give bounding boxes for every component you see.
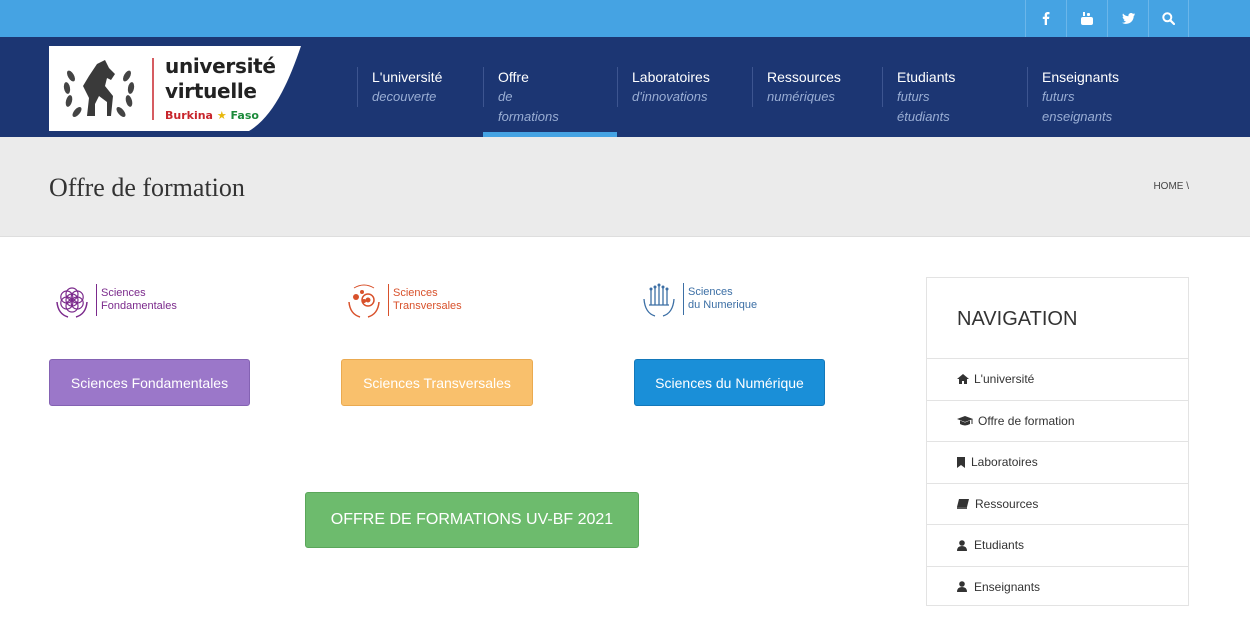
nav-item-enseignants[interactable]: Enseignants futurs enseignants xyxy=(1027,67,1120,124)
top-bar xyxy=(0,0,1250,37)
logo-wordmark: université virtuelle xyxy=(165,54,276,104)
nav-main-label: L'université xyxy=(372,69,443,85)
logo-country: Burkina ★ Faso xyxy=(165,109,259,122)
nav-item-etudiants[interactable]: Etudiants futurs étudiants xyxy=(882,67,956,124)
logo-label-line2: Fondamentales xyxy=(101,300,177,312)
nav-item-offre[interactable]: Offre de formations xyxy=(483,67,559,124)
logo-divider xyxy=(388,284,389,316)
user-icon xyxy=(957,581,971,593)
nav-item-ressources[interactable]: Ressources numériques xyxy=(752,67,841,107)
user-icon xyxy=(957,539,971,551)
offre-formations-button[interactable]: OFFRE DE FORMATIONS UV-BF 2021 xyxy=(305,492,639,548)
site-logo[interactable]: université virtuelle Burkina ★ Faso xyxy=(49,46,301,131)
sidebar-item-etudiants[interactable]: Etudiants xyxy=(927,524,1188,566)
sciences-fondamentales-button[interactable]: Sciences Fondamentales xyxy=(49,359,250,406)
nav-sub-label: futurs étudiants xyxy=(897,89,950,124)
molecule-icon xyxy=(348,284,380,318)
nav-sub-label: decouverte xyxy=(372,89,437,104)
nav-sub-label: futurs enseignants xyxy=(1042,89,1113,124)
nav-main-label: Laboratoires xyxy=(632,69,710,85)
logo-faso: Faso xyxy=(230,109,259,122)
book-icon xyxy=(957,498,972,509)
sidebar-item-enseignants[interactable]: Enseignants xyxy=(927,565,1188,608)
atom-flower-icon xyxy=(56,287,88,318)
bookmark-icon xyxy=(957,456,968,468)
main-header: université virtuelle Burkina ★ Faso L'un… xyxy=(0,37,1250,137)
logo-label-line2: du Numerique xyxy=(688,299,758,311)
sciences-transversales-button[interactable]: Sciences Transversales xyxy=(341,359,533,406)
nav-sub-label: de formations xyxy=(498,89,559,124)
logo-line2: virtuelle xyxy=(165,79,257,103)
sciences-transversales-label: Sciences Transversales xyxy=(393,287,462,313)
sidebar-list: L'université Offre de formation Laborato… xyxy=(927,358,1188,607)
circuit-icon xyxy=(643,283,675,317)
nav-main-label: Offre xyxy=(498,69,529,85)
sidebar-item-label: Offre de formation xyxy=(978,413,1075,428)
sciences-numerique-logo: Sciences du Numerique xyxy=(639,279,757,319)
sidebar-item-label: L'université xyxy=(974,372,1035,387)
nav-sub-label: d'innovations xyxy=(632,89,708,104)
sidebar-navigation: NAVIGATION L'université Offre de formati… xyxy=(926,277,1189,606)
nav-item-universite[interactable]: L'université decouverte xyxy=(357,67,442,107)
logo-line1: université xyxy=(165,54,276,78)
sciences-fondamentales-logo: Sciences Fondamentales xyxy=(52,280,177,320)
nav-main-label: Ressources xyxy=(767,69,841,85)
star-icon: ★ xyxy=(216,109,227,122)
logo-label-line1: Sciences xyxy=(688,286,733,298)
logo-divider xyxy=(96,284,97,316)
youtube-icon[interactable] xyxy=(1066,0,1107,37)
twitter-icon[interactable] xyxy=(1107,0,1148,37)
sidebar-item-label: Ressources xyxy=(975,496,1039,511)
logo-label-line2: Transversales xyxy=(393,300,462,312)
sidebar-item-universite[interactable]: L'université xyxy=(927,358,1188,400)
logo-label-line1: Sciences xyxy=(101,287,146,299)
sciences-numerique-label: Sciences du Numerique xyxy=(688,286,757,312)
social-links xyxy=(1025,0,1189,37)
nav-item-laboratoires[interactable]: Laboratoires d'innovations xyxy=(617,67,710,107)
nav-sub-label: numériques xyxy=(767,89,835,104)
breadcrumb[interactable]: HOME \ xyxy=(1153,181,1189,192)
sciences-transversales-logo: Sciences Transversales xyxy=(344,280,462,320)
sciences-fondamentales-label: Sciences Fondamentales xyxy=(101,287,177,313)
sidebar-item-label: Laboratoires xyxy=(971,455,1038,470)
page-title-band: Offre de formation HOME \ xyxy=(0,137,1250,237)
graduation-cap-icon xyxy=(957,415,975,426)
home-icon xyxy=(957,374,971,385)
facebook-icon[interactable] xyxy=(1025,0,1066,37)
sidebar-item-ressources[interactable]: Ressources xyxy=(927,482,1188,525)
sidebar-item-offre[interactable]: Offre de formation xyxy=(927,399,1188,442)
sidebar-title: NAVIGATION xyxy=(957,308,1078,330)
search-icon[interactable] xyxy=(1148,0,1189,37)
sidebar-item-label: Enseignants xyxy=(974,579,1041,594)
logo-burkina: Burkina xyxy=(165,109,213,122)
nav-main-label: Enseignants xyxy=(1042,69,1120,85)
logo-divider xyxy=(683,283,684,315)
sciences-numerique-button[interactable]: Sciences du Numérique xyxy=(634,359,825,406)
nav-main-label: Etudiants xyxy=(897,69,956,85)
sidebar-item-laboratoires[interactable]: Laboratoires xyxy=(927,441,1188,483)
logo-label-line1: Sciences xyxy=(393,287,438,299)
sidebar-item-label: Etudiants xyxy=(974,538,1025,553)
page-title: Offre de formation xyxy=(49,173,245,202)
